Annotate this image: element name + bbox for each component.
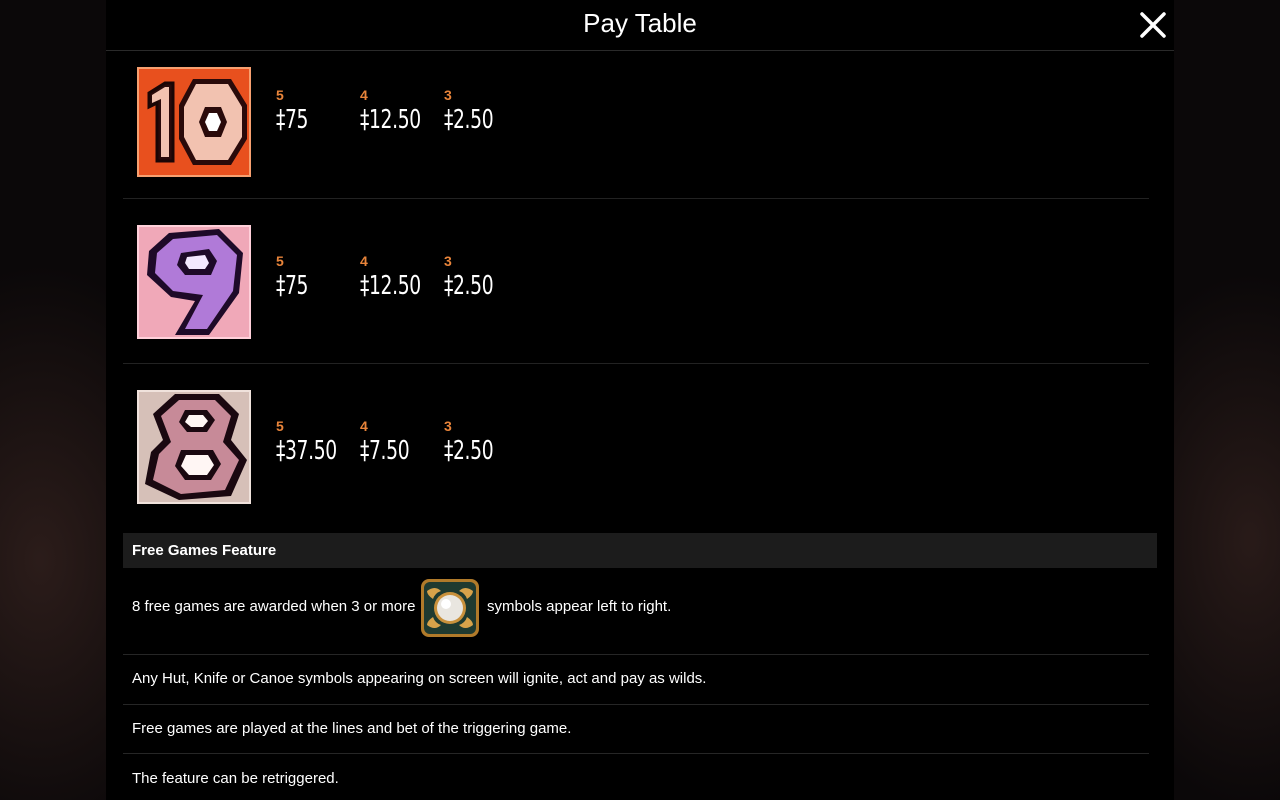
pay-amount: ‡7.50 xyxy=(360,436,410,466)
pay-column: 4 ‡12.50 xyxy=(360,87,444,135)
feature-text: symbols appear left to right. xyxy=(487,598,672,615)
pay-amount: ‡2.50 xyxy=(444,271,494,301)
ten-symbol-icon xyxy=(137,67,251,177)
feature-rule-row: The feature can be retriggered. xyxy=(123,754,1149,800)
nine-symbol-icon xyxy=(137,225,251,339)
pearl-scatter-icon xyxy=(421,579,479,637)
pay-column: 3 ‡2.50 xyxy=(444,418,512,466)
pay-column: 5 ‡75 xyxy=(276,87,321,135)
pay-column: 3 ‡2.50 xyxy=(444,87,512,135)
pay-amount: ‡12.50 xyxy=(360,105,421,135)
pay-amount: ‡2.50 xyxy=(444,105,494,135)
pay-count: 3 xyxy=(444,253,452,269)
feature-text: Any Hut, Knife or Canoe symbols appearin… xyxy=(132,670,707,687)
pay-count: 3 xyxy=(444,87,452,103)
pay-column: 4 ‡7.50 xyxy=(360,418,428,466)
feature-text: Free games are played at the lines and b… xyxy=(132,720,572,737)
pay-count: 5 xyxy=(276,253,284,269)
pay-table-panel: Pay Table 5 ‡75 4 ‡12.50 3 ‡2.50 5 ‡75 4… xyxy=(106,0,1174,800)
pay-count: 4 xyxy=(360,418,368,434)
pay-amount: ‡12.50 xyxy=(360,271,421,301)
pay-amount: ‡2.50 xyxy=(444,436,494,466)
feature-text: The feature can be retriggered. xyxy=(132,770,339,787)
pay-amount: ‡75 xyxy=(276,271,309,301)
pay-column: 3 ‡2.50 xyxy=(444,253,512,301)
feature-text: 8 free games are awarded when 3 or more xyxy=(132,598,416,615)
feature-rule-row: Any Hut, Knife or Canoe symbols appearin… xyxy=(123,655,1149,705)
feature-rule-row: Free games are played at the lines and b… xyxy=(123,705,1149,754)
feature-rule-row: 8 free games are awarded when 3 or more … xyxy=(123,568,1149,655)
pay-column: 4 ‡12.50 xyxy=(360,253,444,301)
paytable-row: 5 ‡37.50 4 ‡7.50 3 ‡2.50 xyxy=(123,364,1149,532)
paytable-row: 5 ‡75 4 ‡12.50 3 ‡2.50 xyxy=(123,51,1149,199)
pay-count: 3 xyxy=(444,418,452,434)
pay-count: 4 xyxy=(360,253,368,269)
pay-count: 5 xyxy=(276,418,284,434)
pay-table-header: Pay Table xyxy=(106,0,1174,51)
pay-amount: ‡75 xyxy=(276,105,309,135)
pay-amount: ‡37.50 xyxy=(276,436,337,466)
pay-count: 4 xyxy=(360,87,368,103)
eight-symbol-icon xyxy=(137,390,251,504)
paytable-rows: 5 ‡75 4 ‡12.50 3 ‡2.50 5 ‡75 4 ‡12.50 3 … xyxy=(123,51,1149,532)
page-title: Pay Table xyxy=(583,8,697,38)
paytable-row: 5 ‡75 4 ‡12.50 3 ‡2.50 xyxy=(123,199,1149,364)
free-games-section-header: Free Games Feature xyxy=(123,533,1157,568)
pay-count: 5 xyxy=(276,87,284,103)
close-button[interactable] xyxy=(1136,8,1170,42)
pay-column: 5 ‡75 xyxy=(276,253,321,301)
section-heading: Free Games Feature xyxy=(132,542,277,559)
pay-column: 5 ‡37.50 xyxy=(276,418,360,466)
close-icon xyxy=(1140,12,1166,38)
